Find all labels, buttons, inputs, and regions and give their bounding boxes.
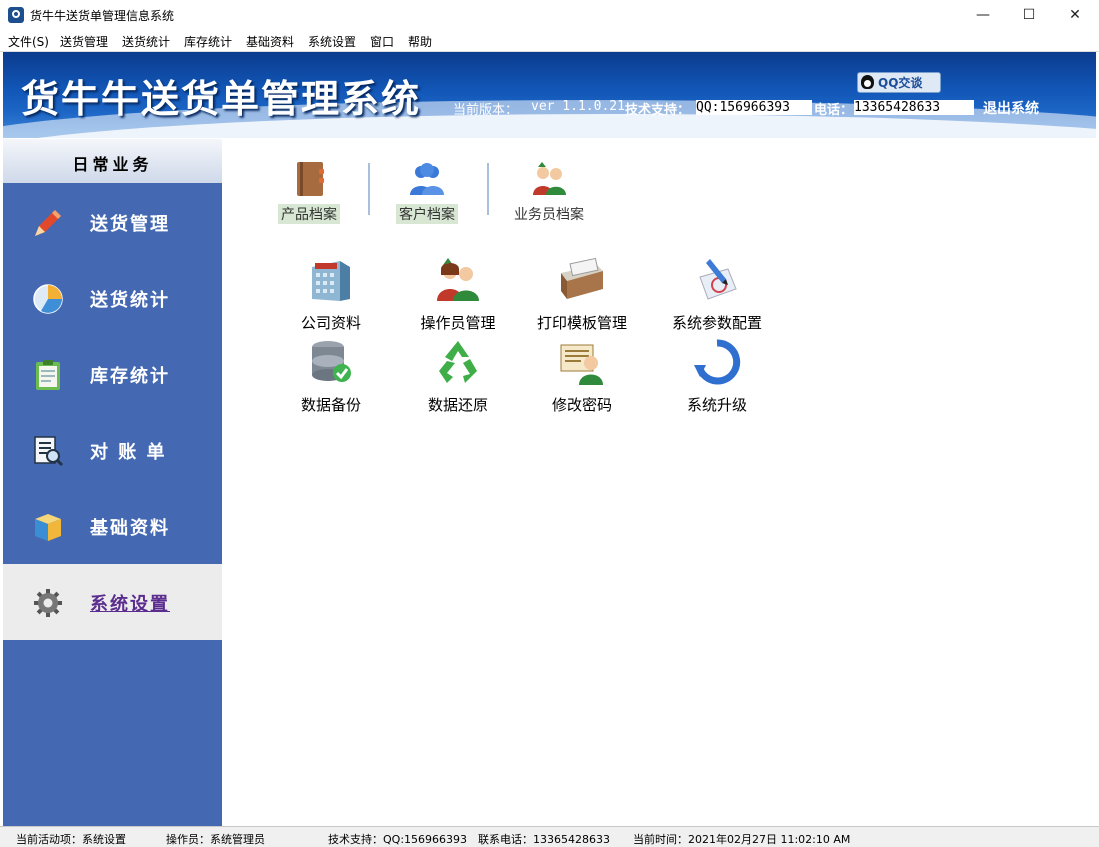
main-content: 产品档案 客户档案 业务员档案 公司资料 操作员管理 打印模板管理 系统参数配置… bbox=[222, 139, 1096, 826]
sidebar-item-label: 对 账 单 bbox=[90, 442, 167, 463]
tool-label: 系统升级 bbox=[686, 396, 747, 414]
close-button[interactable]: ✕ bbox=[1052, 0, 1098, 30]
menu-window[interactable]: 窗口 bbox=[370, 33, 394, 50]
tool-label: 数据备份 bbox=[300, 396, 361, 414]
sidebar-item-label: 基础资料 bbox=[90, 518, 170, 539]
menu-delivery-management[interactable]: 送货管理 bbox=[60, 33, 108, 50]
top-tool-label: 产品档案 bbox=[278, 204, 340, 224]
sidebar-item-delivery-stats[interactable]: 送货统计 bbox=[3, 260, 222, 336]
title-bar: 货牛牛送货单管理信息系统 — ☐ ✕ bbox=[0, 0, 1099, 30]
system-upgrade-button[interactable]: 系统升级 bbox=[662, 337, 772, 415]
minimize-button[interactable]: — bbox=[960, 0, 1006, 30]
toolbar-divider bbox=[368, 163, 370, 215]
book-icon bbox=[297, 162, 324, 196]
menu-delivery-stats[interactable]: 送货统计 bbox=[122, 33, 170, 50]
phone-label: 电话： bbox=[814, 103, 854, 118]
customer-archive-button[interactable]: 客户档案 bbox=[388, 159, 466, 224]
support-qq-field: QQ:156966393 bbox=[696, 100, 812, 115]
version-label: 当前版本： bbox=[453, 103, 519, 118]
tool-label: 修改密码 bbox=[551, 396, 612, 414]
status-active-item: 当前活动项：系统设置 bbox=[16, 833, 126, 846]
tool-label: 操作员管理 bbox=[420, 314, 496, 332]
operator-icon bbox=[437, 258, 479, 301]
header-banner: 货牛牛送货单管理系统 QQ交谈 当前版本： ver 1.1.0.21 技术支持：… bbox=[3, 52, 1096, 138]
menu-bar: 文件(S) 送货管理 送货统计 库存统计 基础资料 系统设置 窗口 帮助 bbox=[0, 30, 1099, 52]
app-icon bbox=[8, 7, 24, 23]
change-password-icon bbox=[560, 344, 603, 385]
menu-basic-data[interactable]: 基础资料 bbox=[246, 33, 294, 50]
sidebar-header-label: 日常业务 bbox=[72, 155, 153, 174]
sidebar-item-label: 库存统计 bbox=[90, 366, 170, 387]
top-tool-label: 客户档案 bbox=[396, 204, 458, 224]
banner-title: 货牛牛送货单管理系统 bbox=[21, 76, 422, 121]
support-label: 技术支持： bbox=[625, 103, 691, 118]
tool-label: 打印模板管理 bbox=[536, 314, 627, 332]
status-bar: 当前活动项：系统设置 操作员：系统管理员 技术支持：QQ:156966393 联… bbox=[0, 826, 1099, 847]
phone-field: 13365428633 bbox=[854, 100, 974, 115]
recycle-icon bbox=[439, 341, 477, 383]
company-icon bbox=[312, 261, 350, 301]
salesperson-icon bbox=[533, 162, 566, 195]
salesperson-archive-button[interactable]: 业务员档案 bbox=[504, 159, 594, 224]
qq-icon bbox=[861, 75, 874, 89]
sidebar-item-system-settings[interactable]: 系统设置 bbox=[3, 564, 222, 640]
print-template-management-button[interactable]: 打印模板管理 bbox=[527, 255, 637, 333]
toolbar-divider bbox=[487, 163, 489, 215]
menu-system-settings[interactable]: 系统设置 bbox=[308, 33, 356, 50]
data-restore-button[interactable]: 数据还原 bbox=[403, 337, 513, 415]
settings-pen-icon bbox=[699, 259, 737, 300]
sidebar-item-delivery-management[interactable]: 送货管理 bbox=[3, 184, 222, 260]
sidebar: 日常业务 送货管理 送货统计 库存统计 对 账 单 基础资料 系统设置 bbox=[3, 139, 222, 826]
change-password-button[interactable]: 修改密码 bbox=[527, 337, 637, 415]
qq-chat-button[interactable]: QQ交谈 bbox=[857, 72, 941, 93]
top-tool-label: 业务员档案 bbox=[514, 207, 584, 223]
database-backup-icon bbox=[312, 341, 351, 382]
menu-help[interactable]: 帮助 bbox=[408, 33, 432, 50]
data-backup-button[interactable]: 数据备份 bbox=[276, 337, 386, 415]
sidebar-item-inventory-stats[interactable]: 库存统计 bbox=[3, 336, 222, 412]
status-time: 当前时间：2021年02月27日 11:02:10 AM bbox=[633, 833, 851, 846]
tool-label: 数据还原 bbox=[427, 396, 488, 414]
user-icon bbox=[410, 163, 444, 195]
upgrade-icon bbox=[694, 339, 741, 385]
document-search-icon bbox=[34, 436, 64, 467]
version-value: ver 1.1.0.21 bbox=[531, 99, 625, 114]
status-phone: 联系电话：13365428633 bbox=[478, 833, 610, 846]
product-archive-button[interactable]: 产品档案 bbox=[270, 159, 348, 224]
tool-label: 系统参数配置 bbox=[671, 314, 762, 332]
menu-file[interactable]: 文件(S) bbox=[8, 33, 49, 50]
status-operator: 操作员：系统管理员 bbox=[166, 833, 265, 846]
box-icon bbox=[35, 514, 61, 541]
sidebar-item-basic-data[interactable]: 基础资料 bbox=[3, 488, 222, 564]
print-template-icon bbox=[561, 257, 603, 299]
company-info-button[interactable]: 公司资料 bbox=[276, 255, 386, 333]
sidebar-item-label: 系统设置 bbox=[90, 594, 170, 615]
pie-chart-icon bbox=[33, 284, 63, 314]
system-params-button[interactable]: 系统参数配置 bbox=[662, 255, 772, 333]
sidebar-header[interactable]: 日常业务 bbox=[3, 139, 222, 183]
clipboard-icon bbox=[36, 360, 60, 390]
menu-inventory-stats[interactable]: 库存统计 bbox=[184, 33, 232, 50]
sidebar-item-label: 送货统计 bbox=[90, 290, 170, 311]
maximize-button[interactable]: ☐ bbox=[1006, 0, 1052, 30]
qq-chat-label: QQ交谈 bbox=[878, 76, 923, 90]
tool-label: 公司资料 bbox=[300, 314, 361, 332]
sidebar-item-statement[interactable]: 对 账 单 bbox=[3, 412, 222, 488]
status-support: 技术支持：QQ:156966393 bbox=[328, 833, 468, 846]
window-title: 货牛牛送货单管理信息系统 bbox=[30, 9, 175, 23]
gear-icon bbox=[34, 589, 62, 617]
logout-link[interactable]: 退出系统 bbox=[983, 98, 1039, 118]
pencil-icon bbox=[35, 210, 61, 236]
sidebar-item-label: 送货管理 bbox=[90, 214, 170, 235]
operator-management-button[interactable]: 操作员管理 bbox=[403, 255, 513, 333]
